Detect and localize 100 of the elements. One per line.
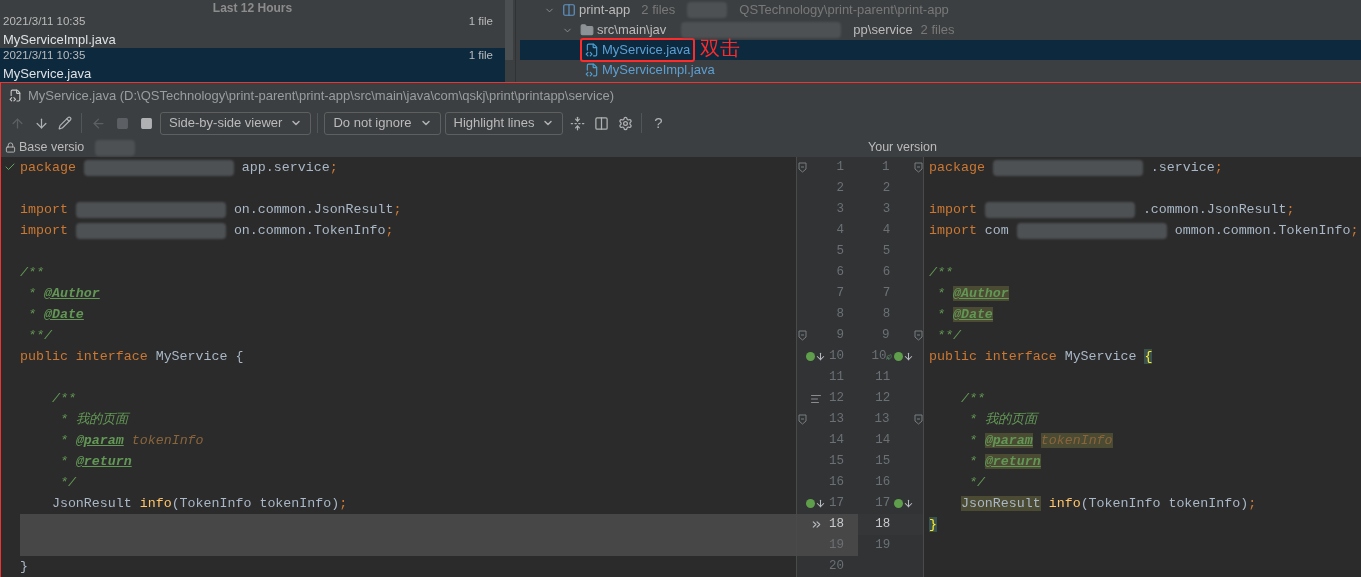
annotation-text: 双击 [700,38,740,58]
code-text: } [929,516,937,534]
code-text: JsonResult info(TokenInfo tokenInfo); [50,495,348,513]
code-text: package [929,159,985,177]
line-number: 10 [829,348,844,365]
settings-icon [617,115,633,131]
line-number: 2 [882,180,891,197]
fold-marker-icon[interactable] [798,162,807,173]
implemented-down-icon[interactable] [893,498,914,509]
date-text: 2021/3/11 10:35 [3,47,86,63]
fold-marker-icon[interactable] [914,414,923,425]
file-count: 1 file [468,13,493,29]
line-number: 15 [829,453,844,470]
implemented-down-icon[interactable] [806,498,826,509]
java-file-icon [585,43,599,57]
code-text: * @Author [27,285,100,303]
tree-item-label: MyService.java [602,41,691,60]
code-text: * @Date [936,306,993,324]
line-number: 11 [829,369,844,386]
line-number: 13 [874,411,890,428]
code-text: app.service; [241,159,338,177]
code-text: JsonResult info(TokenInfo tokenInfo); [959,495,1257,513]
code-text: * @return [58,453,132,471]
code-text: * 我的页面 [58,411,128,429]
line-number: 8 [882,306,891,323]
scrollbar[interactable] [505,0,513,60]
code-text: * @param tokenInfo [58,432,204,450]
line-number: 14 [875,432,891,449]
file-count: 2 files [920,21,955,40]
line-number: 19 [875,537,891,554]
code-text: .common.JsonResult; [1142,201,1295,219]
code-text: /** [929,264,953,282]
line-number: 2 [836,180,844,197]
lock-icon [5,142,16,153]
dropdown-button[interactable]: Side-by-side viewer [160,111,312,135]
line-number: 18 [829,516,844,533]
code-text: .service; [1150,159,1223,177]
code-text: /** [50,390,76,408]
square-icon [139,116,153,130]
implemented-down-icon[interactable] [806,351,826,362]
line-number: 3 [882,201,891,218]
fold-marker-icon[interactable] [914,330,923,341]
code-text: * 我的页面 [967,411,1037,429]
file-name: MyServiceImpl.java [3,30,117,49]
line-number: 6 [882,264,891,281]
code-text: package [20,159,76,177]
dropdown-button[interactable]: Do not ignore [324,111,441,135]
line-number: 3 [836,201,844,218]
pane-header: Your version [868,139,938,157]
implemented-down-icon[interactable] [894,351,915,362]
line-number: 1 [881,159,890,176]
pane-header: Base versio [19,139,85,157]
tree-item-label: MyServiceImpl.java [602,61,715,80]
file-count: 2 files [641,1,676,20]
history-item[interactable]: 2021/3/11 10:35 1 file MyServiceImpl.java [0,14,505,48]
code-text: /** [959,390,985,408]
date-text: 2021/3/11 10:35 [3,13,86,29]
diff-window-icon [9,89,22,102]
code-text: */ [58,474,76,492]
line-number: 4 [836,222,844,239]
line-number: 20 [829,558,844,575]
tree-item-label: src\main\jav [597,21,667,40]
arrow-up-icon [9,115,25,131]
code-text: /** [20,264,44,282]
window-title: MyService.java (D:\QSTechnology\print-parent\print-app\src\main\java\com\qskj\print\printapp\service) [28,86,614,105]
line-number: 5 [882,243,891,260]
arrow-down-icon [33,115,49,131]
text-lines-icon[interactable] [810,392,822,405]
line-number: 4 [882,222,891,239]
fold-marker-icon[interactable] [914,162,923,173]
line-number: 7 [836,285,844,302]
tree-item[interactable]: MyServiceImpl.java [520,60,1361,80]
fold-marker-icon[interactable] [798,330,807,341]
fold-marker-icon[interactable] [798,414,807,425]
line-number: 12 [829,390,844,407]
folder-icon [580,23,594,37]
file-name: MyService.java [3,64,93,83]
line-number: 8 [836,306,844,323]
code-text: * @param tokenInfo [967,432,1113,450]
line-number: 14 [829,432,844,449]
line-number: 13 [829,411,844,428]
help-button[interactable]: ? [646,112,671,134]
code-text: on.common.TokenInfo; [233,222,394,240]
line-number: 9 [836,327,844,344]
code-text: import com [929,222,1009,240]
line-number: 18 [875,516,891,533]
line-number: 16 [829,474,844,491]
pencil-icon [58,116,72,130]
history-item[interactable]: 2021/3/11 10:35 1 file MyService.java [0,48,505,82]
line-number: 9 [881,327,890,344]
code-text: * @Date [27,306,84,324]
line-number: 15 [875,453,891,470]
collapse-icon [569,115,585,131]
file-count: 1 file [468,47,493,63]
code-text: * @Author [936,285,1009,303]
code-text: ommon.common.TokenInfo; [1174,222,1359,240]
dropdown-button[interactable]: Highlight lines [444,111,564,135]
check-icon [4,161,16,173]
columns-icon [593,115,609,131]
tree-item[interactable]: print-app 2 files QSTechnology\print-parent\print-app [520,0,1361,20]
